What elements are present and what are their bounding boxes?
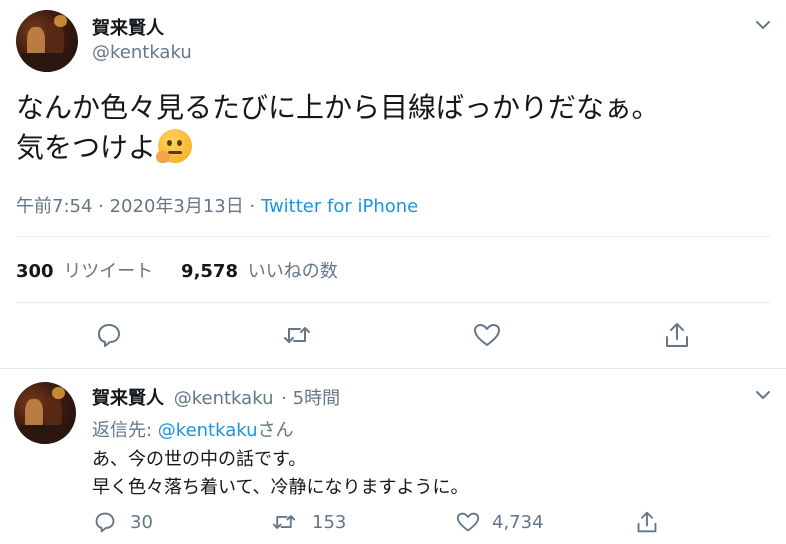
reply-to: 返信先: @kentkakuさん	[92, 416, 294, 442]
avatar[interactable]	[14, 382, 76, 444]
reply-to-prefix: 返信先:	[92, 420, 158, 441]
reply-text: あ、今の世の中の話です。 早く色々落ち着いて、冷静になりますように。	[92, 446, 469, 502]
tweet-stats: 300 リツイート 9,578 いいねの数	[16, 257, 338, 283]
reply-to-suffix: さん	[257, 420, 294, 441]
reply-text-line-1: あ、今の世の中の話です。	[92, 449, 307, 470]
chevron-down-icon[interactable]	[752, 384, 774, 406]
author-name[interactable]: 賀来賢人	[92, 14, 164, 40]
share-icon[interactable]	[664, 321, 690, 349]
retweet-icon[interactable]	[283, 322, 311, 348]
reply-author-name[interactable]: 賀来賢人	[92, 388, 164, 409]
retweet-icon[interactable]	[272, 511, 296, 533]
retweets-count[interactable]: 300	[16, 261, 54, 282]
reply-time[interactable]: · 5時間	[281, 388, 340, 409]
divider	[0, 368, 786, 369]
tweet-meta: 午前7:54 · 2020年3月13日 · Twitter for iPhone	[16, 192, 418, 218]
likes-count[interactable]: 9,578	[181, 261, 238, 282]
reply-count[interactable]: 30	[130, 512, 153, 533]
share-icon[interactable]	[636, 510, 658, 534]
retweets-label[interactable]: リツイート	[63, 261, 153, 282]
tweet-text: なんか色々見るたびに上から目線ばっかりだなぁ。 気をつけよ	[16, 88, 659, 168]
likes-label[interactable]: いいねの数	[248, 261, 338, 282]
reply-icon[interactable]	[94, 511, 116, 533]
chevron-down-icon[interactable]	[752, 14, 774, 36]
like-count[interactable]: 4,734	[492, 512, 544, 533]
reply-text-line-2: 早く色々落ち着いて、冷静になりますように。	[92, 477, 469, 498]
divider	[16, 302, 770, 303]
retweet-count[interactable]: 153	[312, 512, 346, 533]
author-handle[interactable]: @kentkaku	[92, 42, 192, 63]
divider	[16, 236, 770, 237]
reply-to-handle[interactable]: @kentkaku	[158, 420, 258, 441]
thinking-face-icon	[156, 129, 193, 163]
reply-author-handle[interactable]: @kentkaku	[174, 388, 274, 409]
tweet-text-line-1: なんか色々見るたびに上から目線ばっかりだなぁ。	[16, 91, 660, 124]
tweet-timestamp[interactable]: 午前7:54 · 2020年3月13日	[16, 196, 244, 217]
avatar[interactable]	[16, 10, 78, 72]
reply-header: 賀来賢人 @kentkaku · 5時間	[92, 384, 340, 410]
tweet-text-line-2-text: 気をつけよ	[16, 131, 157, 164]
reply-icon[interactable]	[96, 322, 122, 348]
like-icon[interactable]	[473, 322, 501, 348]
tweet-text-line-2: 気をつけよ	[16, 128, 659, 168]
meta-separator: ·	[243, 196, 261, 217]
like-icon[interactable]	[456, 511, 480, 533]
tweet-source-link[interactable]: Twitter for iPhone	[261, 196, 418, 217]
